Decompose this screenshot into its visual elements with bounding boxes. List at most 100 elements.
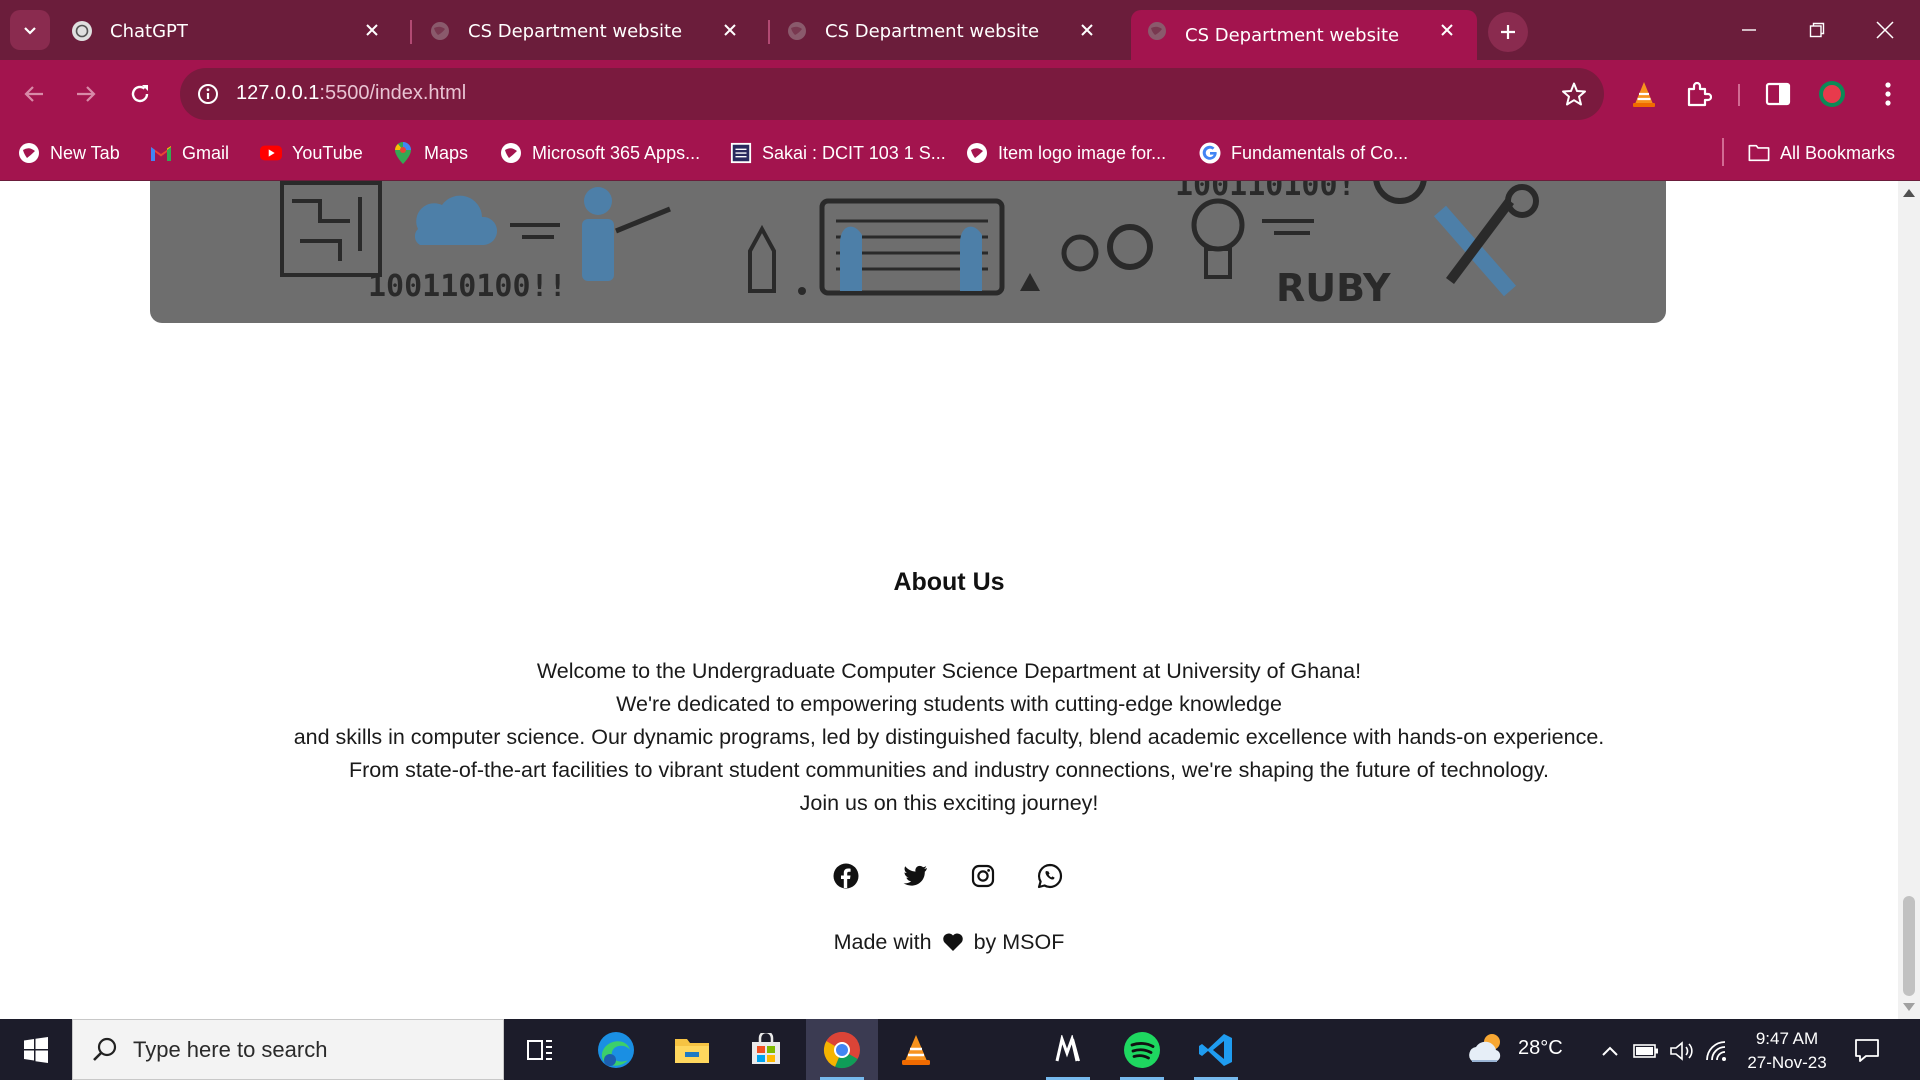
taskbar-search-box[interactable]: Type here to search [72,1019,504,1080]
tab-separator [410,20,412,44]
reload-button[interactable] [118,72,162,116]
about-title: About Us [893,568,1005,596]
bookmark-youtube[interactable]: YouTube [260,137,363,169]
close-icon[interactable] [718,18,742,42]
store-icon[interactable] [730,1019,802,1080]
tech-illustration: 100110100!! RUBY 100110100! [280,181,1539,310]
bookmark-maps[interactable]: Maps [392,137,468,169]
close-icon[interactable] [1435,18,1459,42]
battery-icon[interactable] [1632,1037,1660,1065]
windows-taskbar: Type here to search 28°C 9:47 AM 27-Nov-… [0,1019,1920,1080]
restore-button[interactable] [1794,10,1840,50]
youtube-icon [260,142,282,164]
globe-icon [431,22,449,40]
all-bookmarks-button[interactable]: All Bookmarks [1748,137,1895,169]
bookmark-gmail[interactable]: Gmail [150,137,229,169]
bookmark-star-icon[interactable] [1560,80,1588,108]
weather-widget[interactable]: 28°C [1466,1031,1563,1065]
arrow-right-icon [77,86,96,102]
system-clock[interactable]: 9:47 AM 27-Nov-23 [1736,1027,1838,1075]
tab-title: CS Department website [1185,24,1400,46]
heart-icon [942,932,964,958]
back-button[interactable] [12,72,56,116]
tab-search-button[interactable] [10,10,50,50]
tab-strip: ChatGPT CS Department website CS Departm… [0,0,1920,60]
globe-icon [1148,22,1166,40]
extensions-puzzle-icon[interactable] [1678,74,1718,114]
more-menu-icon[interactable] [1868,74,1908,114]
chevron-down-icon [24,27,36,35]
vscode-icon[interactable] [1180,1019,1252,1080]
bookmark-fundamentals[interactable]: Fundamentals of Co... [1199,137,1408,169]
toolbar-separator [1738,84,1740,106]
chevron-up-icon[interactable] [1596,1037,1624,1065]
ruby-text: RUBY [1276,266,1391,310]
site-info-icon[interactable] [194,80,222,108]
about-paragraph: Welcome to the Undergraduate Computer Sc… [293,659,1605,815]
minimize-button[interactable] [1726,10,1772,50]
new-tab-button[interactable] [1488,12,1528,52]
m-app-icon[interactable] [1032,1019,1104,1080]
tab-cs-department-1[interactable]: CS Department website [414,10,760,52]
vlc-icon[interactable] [880,1019,952,1080]
bookmarks-bar: New Tab Gmail YouTube Maps Microsoft 365… [0,127,1920,181]
windows-logo-icon [24,1036,48,1063]
forward-button[interactable] [64,72,108,116]
wifi-icon[interactable] [1704,1037,1732,1065]
chrome-icon[interactable] [806,1019,878,1080]
address-bar[interactable]: 127.0.0.1:5500/index.html [180,68,1604,120]
globe-icon [18,142,40,164]
start-button[interactable] [0,1019,72,1080]
scrollbar-thumb[interactable] [1903,896,1915,996]
search-icon [93,1037,117,1061]
page-viewport: 100110100!! RUBY 100110100! About Us Wel… [0,181,1898,1019]
bookmark-sakai[interactable]: Sakai : DCIT 103 1 S... [730,137,946,169]
tab-separator [768,20,770,44]
instagram-icon[interactable] [968,861,998,891]
tab-chatgpt[interactable]: ChatGPT [56,10,402,52]
tab-cs-department-2[interactable]: CS Department website [771,10,1117,52]
edge-icon[interactable] [580,1019,652,1080]
whatsapp-icon[interactable] [1035,861,1065,891]
bookmark-item-logo[interactable]: Item logo image for... [966,137,1166,169]
close-icon [1876,21,1894,39]
file-explorer-icon[interactable] [656,1019,728,1080]
tab-cs-department-active[interactable]: CS Department website [1131,10,1477,60]
footer-credit: Made with by MSOF [0,930,1898,958]
maps-icon [392,142,414,164]
folder-icon [1748,142,1770,164]
task-view-icon[interactable] [504,1019,576,1080]
arrow-left-icon [24,86,43,102]
bookmark-microsoft-365[interactable]: Microsoft 365 Apps... [500,137,700,169]
profile-avatar[interactable] [1812,74,1852,114]
notification-icon[interactable] [1852,1035,1882,1065]
bookmarks-separator [1722,138,1724,166]
vlc-extension-icon[interactable] [1624,74,1664,114]
binary-top-text: 100110100! [1175,181,1356,203]
reload-icon [131,85,149,103]
side-panel-icon[interactable] [1758,74,1798,114]
plus-icon [1501,25,1515,39]
browser-toolbar: 127.0.0.1:5500/index.html [0,60,1920,127]
close-window-button[interactable] [1862,10,1908,50]
google-icon [1199,142,1221,164]
close-icon[interactable] [1075,18,1099,42]
search-placeholder: Type here to search [133,1037,328,1062]
minimize-icon [1742,29,1756,31]
partly-cloudy-icon [1469,1034,1501,1062]
twitter-icon[interactable] [900,861,930,891]
close-icon[interactable] [360,18,384,42]
tab-title: CS Department website [468,20,683,42]
page-scrollbar[interactable] [1898,181,1920,1019]
url-text: 127.0.0.1:5500/index.html [236,82,467,104]
chatgpt-icon [72,21,92,41]
facebook-icon[interactable] [831,861,861,891]
bookmark-new-tab[interactable]: New Tab [18,137,120,169]
restore-icon [1809,22,1825,38]
scroll-down-arrow-icon[interactable] [1903,1003,1915,1011]
volume-icon[interactable] [1668,1037,1696,1065]
spotify-icon[interactable] [1106,1019,1178,1080]
globe-icon [966,142,988,164]
gmail-icon [150,142,172,164]
scroll-up-arrow-icon[interactable] [1903,189,1915,197]
